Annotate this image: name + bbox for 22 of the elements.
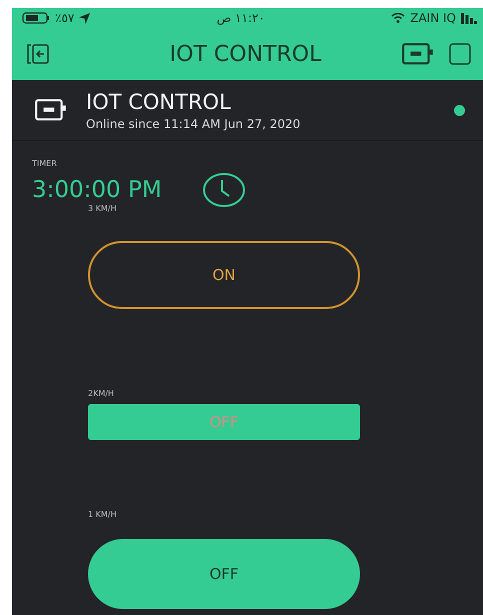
app-title: IOT CONTROL (168, 42, 322, 66)
carrier-name: ZAIN IQ (410, 11, 456, 25)
exit-icon[interactable] (26, 43, 50, 65)
square-icon[interactable] (449, 43, 471, 65)
timer-value: 3:00:00 PM (32, 177, 162, 203)
signal-icon (461, 12, 477, 24)
widget-label: 2KM/H (88, 389, 114, 398)
timer-label: TIMER (32, 159, 57, 168)
device-icon (401, 41, 435, 67)
clock-icon[interactable] (202, 172, 246, 208)
wifi-icon (391, 13, 406, 23)
toggle-button[interactable]: ON (88, 241, 360, 309)
location-arrow-icon (79, 12, 90, 24)
device-name: IOT CONTROL (86, 90, 232, 114)
battery-icon (22, 12, 50, 24)
device-icon (34, 97, 68, 123)
status-time: ١١:٢٠ ص (216, 11, 265, 25)
device-status: Online since 11:14 AM Jun 27, 2020 (86, 116, 302, 130)
widget-label: 1 KM/H (88, 510, 116, 519)
toggle-button[interactable]: OFF (88, 539, 360, 609)
battery-percentage: ٪٥٧ (55, 11, 74, 25)
widget-label: 3 KM/H (88, 204, 116, 213)
